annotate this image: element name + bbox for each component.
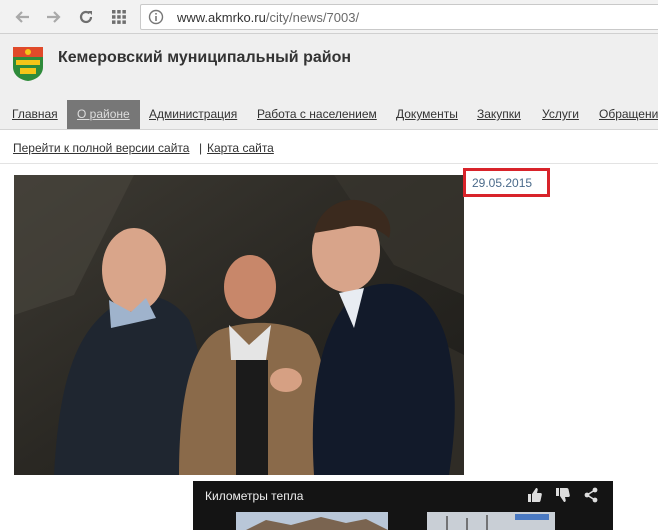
photo-image xyxy=(14,175,464,475)
url-path: /city/news/7003/ xyxy=(265,10,360,25)
menu-item-administration[interactable]: Администрация xyxy=(149,100,237,129)
article-photo[interactable] xyxy=(14,175,464,475)
utility-links: Перейти к полной версии сайта | Карта са… xyxy=(0,130,658,164)
arrow-left-icon xyxy=(15,11,29,23)
video-thumbnail-right xyxy=(427,512,555,530)
menu-item-public-work[interactable]: Работа с населением xyxy=(257,100,377,129)
address-bar[interactable]: www.akmrko.ru/city/news/7003/ xyxy=(140,4,658,30)
url-host: www.akmrko.ru xyxy=(177,10,266,25)
video-title[interactable]: Километры тепла xyxy=(205,489,303,503)
menu-item-documents[interactable]: Документы xyxy=(396,100,458,129)
apps-grid-icon xyxy=(112,10,126,24)
menu-item-procurement[interactable]: Закупки xyxy=(477,100,521,129)
video-player[interactable]: Километры тепла xyxy=(193,481,613,530)
menu-item-appeals[interactable]: Обращени xyxy=(599,100,658,129)
menu-item-about[interactable]: О районе xyxy=(67,100,140,129)
thumbs-down-icon[interactable] xyxy=(554,487,570,503)
url-text: www.akmrko.ru/city/news/7003/ xyxy=(177,10,359,25)
menu-item-services[interactable]: Услуги xyxy=(542,100,579,129)
date-highlight-box: 29.05.2015 xyxy=(463,168,550,197)
full-version-link[interactable]: Перейти к полной версии сайта xyxy=(13,141,189,155)
article-date: 29.05.2015 xyxy=(472,176,533,190)
menu-item-home[interactable]: Главная xyxy=(12,100,58,129)
main-menu: Главная О районе Администрация Работа с … xyxy=(0,100,658,130)
reload-icon xyxy=(79,10,93,24)
link-separator: | xyxy=(199,141,203,155)
page-info-icon[interactable] xyxy=(148,9,164,25)
site-title[interactable]: Кемеровский муниципальный район xyxy=(58,49,351,67)
browser-toolbar: www.akmrko.ru/city/news/7003/ xyxy=(0,0,658,34)
video-thumbnail-left xyxy=(236,512,388,530)
back-button[interactable] xyxy=(14,8,32,26)
share-icon[interactable] xyxy=(583,487,599,503)
site-header: Кемеровский муниципальный район xyxy=(0,34,658,100)
thumbs-up-icon[interactable] xyxy=(526,487,542,503)
forward-button[interactable] xyxy=(44,8,62,26)
arrow-right-icon xyxy=(47,11,61,23)
coat-of-arms-logo[interactable] xyxy=(12,46,44,82)
sitemap-link[interactable]: Карта сайта xyxy=(207,141,274,155)
apps-button[interactable] xyxy=(110,8,128,26)
reload-button[interactable] xyxy=(77,8,95,26)
